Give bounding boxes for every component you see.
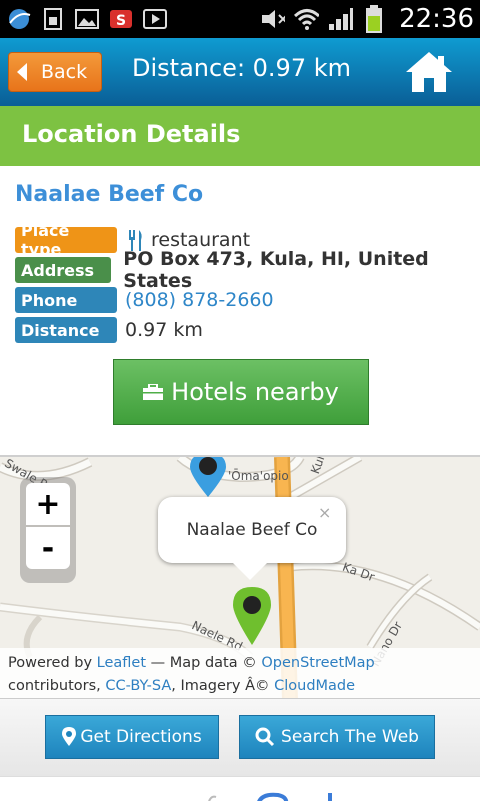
bottom-action-bar: Get Directions Search The Web xyxy=(0,698,480,777)
section-bar: Location Details xyxy=(0,106,480,166)
section-title: Location Details xyxy=(22,120,241,148)
back-arrow-icon xyxy=(17,63,27,81)
hotels-nearby-label: Hotels nearby xyxy=(171,378,339,406)
attribution-powered-by: Powered by xyxy=(8,655,97,671)
app-s-icon: S xyxy=(108,7,134,31)
map-popup-text: Naalae Beef Co xyxy=(186,520,318,540)
place-name: Naalae Beef Co xyxy=(15,182,204,207)
map-label-omaopio: 'Ōma'opio xyxy=(228,469,289,483)
detail-row-distance: Distance 0.97 km xyxy=(15,317,203,343)
get-directions-label: Get Directions xyxy=(80,727,202,747)
attribution-imagery: , Imagery Â© xyxy=(171,678,275,694)
browser-icon xyxy=(6,7,32,31)
ad-banner[interactable] xyxy=(0,776,480,801)
detail-row-address: Address PO Box 473, Kula, HI, United Sta… xyxy=(15,248,480,292)
popup-close-icon[interactable]: × xyxy=(318,503,331,522)
get-directions-button[interactable]: Get Directions xyxy=(45,715,219,759)
signal-icon xyxy=(327,7,354,31)
leaflet-link[interactable]: Leaflet xyxy=(97,655,146,671)
zoom-in-button[interactable]: + xyxy=(26,483,70,525)
attribution-map-data: — Map data © xyxy=(146,655,262,671)
address-value: PO Box 473, Kula, HI, United States xyxy=(123,248,429,292)
home-button[interactable] xyxy=(404,48,454,96)
back-button-label: Back xyxy=(41,61,88,83)
current-location-marker-icon[interactable] xyxy=(188,455,228,499)
distance-label: Distance xyxy=(15,317,117,343)
place-type-label: Place type xyxy=(15,221,117,259)
clock: 22:36 xyxy=(399,4,474,34)
svg-text:S: S xyxy=(116,13,126,29)
page-title: Distance: 0.97 km xyxy=(132,54,351,82)
address-label: Address xyxy=(15,257,112,283)
hotels-nearby-button[interactable]: Hotels nearby xyxy=(113,359,369,425)
cloudmade-link[interactable]: CloudMade xyxy=(274,678,355,694)
play-store-icon xyxy=(142,7,168,31)
mute-icon xyxy=(259,7,286,31)
detail-row-phone: Phone (808) 878-2660 xyxy=(15,287,274,313)
attribution-contributors: contributors, xyxy=(8,678,106,694)
zoom-control: + - xyxy=(20,477,76,583)
image-icon xyxy=(74,7,100,31)
search-icon xyxy=(255,727,275,747)
zoom-out-button[interactable]: - xyxy=(26,527,70,569)
status-bar: S 22:36 xyxy=(0,0,480,38)
map-view[interactable]: 'Ōma'opio Kula Ka Dr Nano Dr Naele Rd Sw… xyxy=(0,455,480,700)
place-marker-icon[interactable] xyxy=(231,585,273,647)
search-the-web-label: Search The Web xyxy=(281,727,419,747)
cc-by-sa-link[interactable]: CC-BY-SA xyxy=(105,678,171,694)
sim-icon xyxy=(40,7,66,31)
distance-value: 0.97 km xyxy=(125,319,203,341)
map-popup-tip xyxy=(232,562,268,580)
search-the-web-button[interactable]: Search The Web xyxy=(239,715,435,759)
briefcase-icon xyxy=(143,384,164,400)
map-attribution: Powered by Leaflet — Map data © OpenStre… xyxy=(0,648,480,700)
header-bar: Back Distance: 0.97 km xyxy=(0,38,480,106)
map-pin-icon xyxy=(62,727,77,746)
home-icon xyxy=(406,52,452,92)
osm-link[interactable]: OpenStreetMap xyxy=(261,655,374,671)
battery-icon xyxy=(361,5,387,33)
wifi-icon xyxy=(293,7,320,31)
phone-link[interactable]: (808) 878-2660 xyxy=(125,289,274,311)
phone-label: Phone xyxy=(15,287,117,313)
back-button[interactable]: Back xyxy=(8,52,102,92)
